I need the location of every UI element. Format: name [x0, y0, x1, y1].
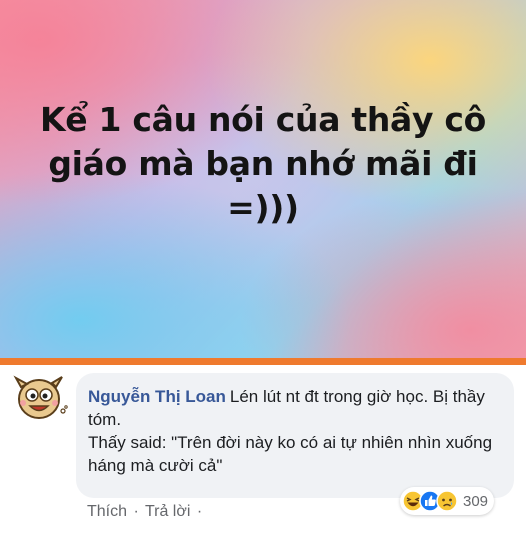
action-separator: ·: [196, 503, 203, 520]
comment-text-part2: Thấy said: "Trên đời này ko có ai tự nhi…: [88, 433, 493, 475]
like-link[interactable]: Thích: [87, 503, 127, 520]
comment-body: Nguyễn Thị Loan Lén lút nt đt trong giờ h…: [88, 385, 506, 477]
reaction-summary[interactable]: 309: [400, 487, 495, 515]
banner-headline: Kể 1 câu nói của thầy cô giáo mà bạn nhớ…: [0, 98, 526, 230]
post-banner: Kể 1 câu nói của thầy cô giáo mà bạn nhớ…: [0, 0, 526, 360]
sad-icon: [436, 490, 458, 512]
avatar-sticker-icon: [13, 375, 68, 419]
orange-divider: [0, 358, 526, 365]
comment-section: Nguyễn Thị Loan Lén lút nt đt trong giờ h…: [0, 365, 526, 537]
headline-line-3: =))): [227, 188, 299, 227]
comment-bubble: Nguyễn Thị Loan Lén lút nt đt trong giờ h…: [76, 373, 514, 498]
headline-line-1: Kể 1 câu nói của thầy cô: [39, 100, 487, 139]
headline-line-2: giáo mà bạn nhớ mãi đi: [48, 144, 478, 183]
action-separator: ·: [133, 503, 139, 520]
comment-actions: Thích · Trả lời ·: [87, 503, 204, 521]
avatar[interactable]: [12, 373, 68, 423]
reply-link[interactable]: Trả lời: [145, 503, 190, 520]
comment-author[interactable]: Nguyễn Thị Loan: [88, 387, 226, 406]
reaction-count: 309: [463, 492, 489, 510]
